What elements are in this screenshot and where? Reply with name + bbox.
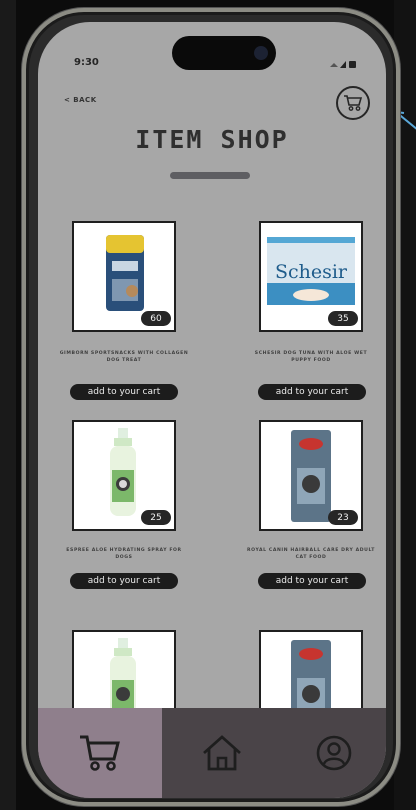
cart-icon	[80, 735, 120, 771]
product-brand-text: Schesir	[274, 261, 348, 283]
item-count-badge: 60	[141, 311, 171, 326]
cat-food-bag-icon	[291, 640, 331, 718]
product-image-spray[interactable]	[72, 630, 176, 720]
product-image-spray[interactable]: 25	[72, 420, 176, 531]
product-image-catfood[interactable]: 23	[259, 420, 363, 531]
item-name: ESPREE ALOE HYDRATING SPRAY FOR DOGS	[66, 548, 182, 560]
product-grid: 60 GIMBORN SPORTSNACKS WITH COLLAGEN DOG…	[38, 22, 386, 720]
nav-profile-tab[interactable]	[282, 708, 386, 798]
item-name: GIMBORN SPORTSNACKS WITH COLLAGEN DOG TR…	[59, 351, 189, 363]
nav-home-tab[interactable]	[162, 708, 282, 798]
add-to-cart-button[interactable]: add to your cart	[70, 573, 178, 589]
add-to-cart-button[interactable]: add to your cart	[258, 384, 366, 400]
item-count-badge: 23	[328, 510, 358, 525]
product-image-tuna[interactable]: Schesir 35	[259, 221, 363, 332]
item-count-badge: 35	[328, 311, 358, 326]
product-image-catfood[interactable]	[259, 630, 363, 720]
item-name: ROYAL CANIN HAIRBALL CARE DRY ADULT CAT …	[247, 548, 375, 560]
profile-icon	[316, 735, 352, 771]
item-count-badge: 25	[141, 510, 171, 525]
home-icon	[203, 735, 241, 771]
add-to-cart-button[interactable]: add to your cart	[258, 573, 366, 589]
item-name: SCHESIR DOG TUNA WITH ALOE WET PUPPY FOO…	[254, 351, 368, 363]
product-image-treat[interactable]: 60	[72, 221, 176, 332]
phone-screen: 9:30 < BACK ITEM SHOP 60 GIMBORN SPORTSN…	[38, 22, 386, 798]
add-to-cart-button[interactable]: add to your cart	[70, 384, 178, 400]
background-left	[0, 0, 16, 810]
nav-cart-tab[interactable]	[38, 708, 162, 798]
spray-bottle-icon	[110, 638, 136, 718]
bottom-nav	[38, 708, 386, 798]
